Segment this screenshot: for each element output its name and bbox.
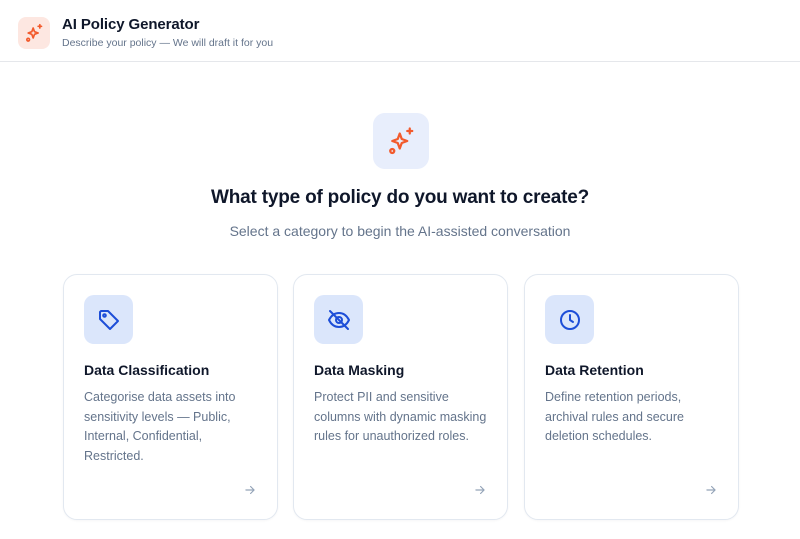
page-subheading: Select a category to begin the AI-assist… [229,223,571,239]
card-description: Categorise data assets into sensitivity … [84,390,236,463]
arrow-right-icon [706,485,716,495]
eye-off-icon [314,295,363,344]
page-heading: What type of policy do you want to creat… [211,187,589,208]
tag-icon [84,295,133,344]
app-header: AI Policy Generator Describe your policy… [0,0,800,62]
arrow-right-icon [245,485,255,495]
card-description: Define retention periods, archival rules… [545,390,684,443]
app-subtitle: Describe your policy — We will draft it … [62,37,274,49]
sparkles-icon [18,17,50,49]
category-card-data-retention[interactable]: Data Retention Define retention periods,… [524,274,739,520]
category-card-data-classification[interactable]: Data Classification Categorise data asse… [63,274,278,520]
clock-icon [545,295,594,344]
card-description: Protect PII and sensitive columns with d… [314,390,487,443]
arrow-right-icon [475,485,485,495]
sparkles-icon [373,113,429,169]
card-title: Data Masking [314,362,405,378]
card-title: Data Retention [545,362,644,378]
app-title: AI Policy Generator [62,16,200,33]
category-card-data-masking[interactable]: Data Masking Protect PII and sensitive c… [293,274,508,520]
card-title: Data Classification [84,362,210,378]
